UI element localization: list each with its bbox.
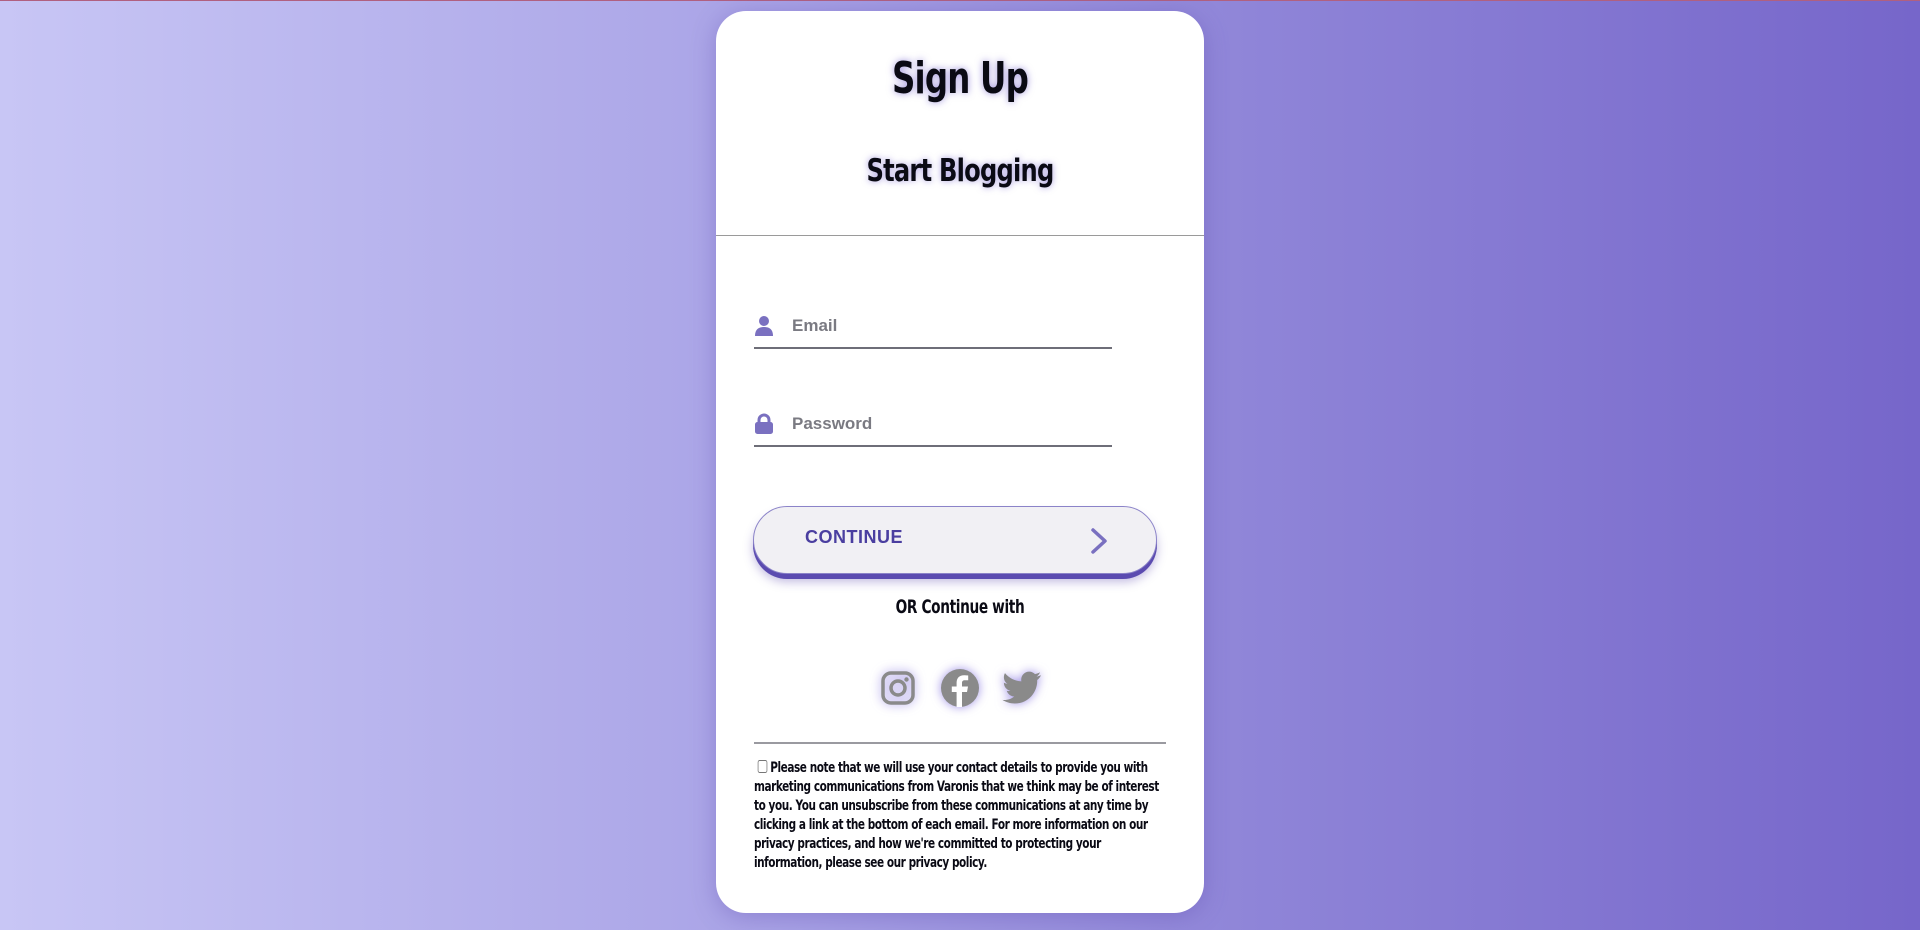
chevron-right-icon (1088, 527, 1110, 555)
page-title: Sign Up (892, 53, 1029, 104)
password-field-group (754, 405, 1112, 447)
password-input[interactable] (790, 409, 1104, 439)
consent-text: Please note that we will use your contac… (754, 760, 1159, 871)
social-login-row (716, 667, 1204, 711)
email-input[interactable] (790, 311, 1104, 341)
twitter-icon[interactable] (1002, 667, 1042, 709)
page-subtitle: Start Blogging (866, 153, 1054, 189)
email-field-group (754, 307, 1112, 349)
instagram-icon[interactable] (878, 667, 918, 709)
consent-checkbox[interactable] (757, 760, 768, 773)
or-continue-with-text: OR Continue with (895, 596, 1025, 618)
user-icon (754, 315, 774, 337)
continue-button[interactable]: CONTINUE (753, 506, 1157, 574)
consent-section: Please note that we will use your contac… (754, 759, 1166, 873)
divider (754, 742, 1166, 744)
lock-icon (754, 413, 774, 435)
signup-card: Sign Up Start Blogging CONTINUE OR Con (716, 11, 1204, 913)
facebook-icon[interactable] (940, 667, 980, 709)
card-header: Sign Up Start Blogging (716, 11, 1204, 236)
continue-button-label: CONTINUE (805, 527, 903, 547)
